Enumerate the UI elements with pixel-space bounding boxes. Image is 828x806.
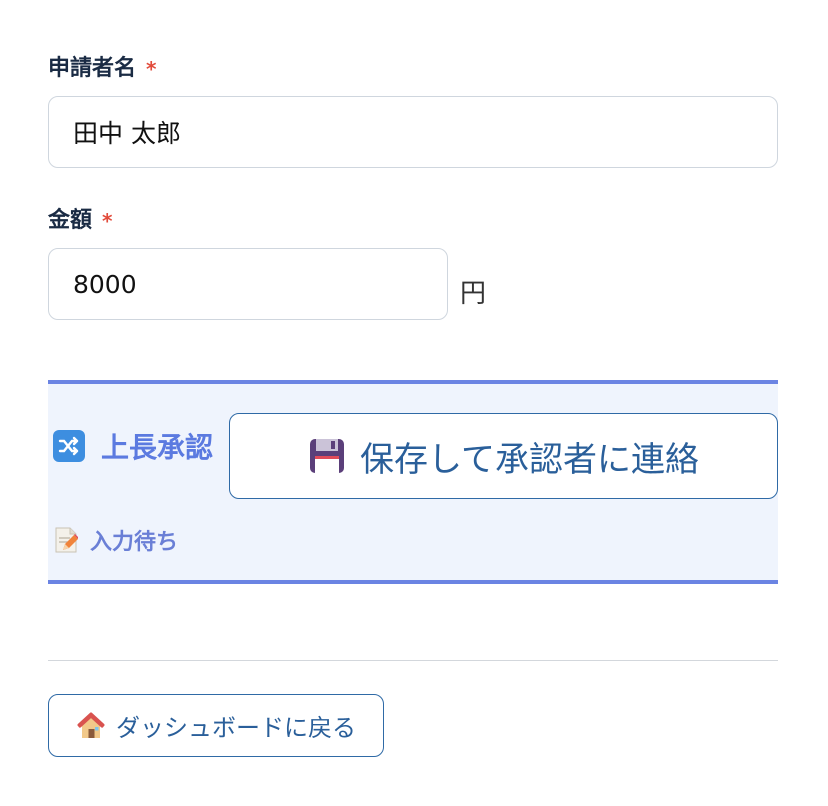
- floppy-disk-icon: [308, 437, 346, 475]
- back-to-dashboard-label: ダッシュボードに戻る: [116, 714, 356, 742]
- amount-label-text: 金額: [48, 208, 93, 233]
- amount-label: 金額 *: [48, 210, 112, 232]
- save-and-notify-button[interactable]: 保存して承認者に連絡: [229, 413, 778, 499]
- currency-unit: 円: [460, 279, 487, 309]
- approval-step-title: 上長承認: [101, 431, 214, 464]
- approval-status: 入力待ち: [54, 524, 178, 556]
- back-to-dashboard-button[interactable]: ダッシュボードに戻る: [48, 694, 384, 757]
- applicant-name-label-text: 申請者名: [48, 56, 137, 81]
- approval-step-header: 上長承認: [53, 426, 213, 466]
- save-and-notify-label: 保存して承認者に連絡: [360, 439, 699, 480]
- shuffle-icon: [53, 430, 85, 462]
- amount-input[interactable]: [48, 248, 448, 320]
- approval-status-text: 入力待ち: [90, 530, 179, 555]
- section-divider: [48, 660, 778, 661]
- memo-icon: [54, 526, 78, 554]
- applicant-name-input[interactable]: [48, 96, 778, 168]
- required-mark: *: [102, 209, 113, 233]
- required-mark: *: [146, 57, 157, 81]
- applicant-name-label: 申請者名 *: [48, 58, 156, 80]
- house-icon: [76, 711, 106, 741]
